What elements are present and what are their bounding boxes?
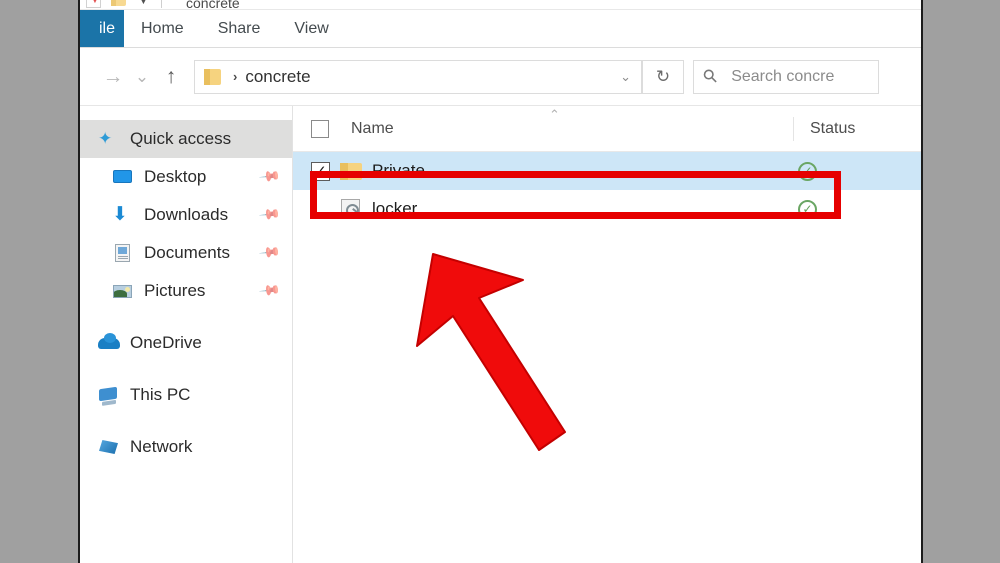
sidebar-item-pictures[interactable]: Pictures 📌 [80,272,292,310]
address-toolbar: → ⌄ ↑ › concrete ⌄ ↻ ⚲ Search concre [80,48,921,106]
pin-icon[interactable]: 📌 [258,202,282,225]
ribbon-tab-bar: ile Home Share View [80,10,921,48]
sidebar-item-label: Documents [144,243,230,262]
search-input[interactable]: ⚲ Search concre [693,59,879,94]
navigation-pane: ✦ Quick access Desktop 📌 ⬇ Downloads 📌 D… [80,106,293,563]
tab-view[interactable]: View [277,10,345,47]
tab-share[interactable]: Share [201,10,278,47]
toolbar-divider [161,0,162,8]
folder-yellow-icon[interactable] [111,0,126,8]
explorer-body: ✦ Quick access Desktop 📌 ⬇ Downloads 📌 D… [80,106,921,563]
this-pc-icon [98,385,120,405]
tab-home[interactable]: Home [124,10,201,47]
file-name[interactable]: Private [372,161,425,181]
address-bar[interactable]: › concrete ⌄ [194,59,642,94]
sidebar-item-documents[interactable]: Documents 📌 [80,234,292,272]
sidebar-item-this-pc[interactable]: This PC [80,376,292,414]
sidebar-item-label: Pictures [144,281,206,300]
sync-complete-icon: ✓ [798,199,817,219]
row-checkbox[interactable]: ✓ [311,161,330,181]
folder-icon [340,161,362,181]
breadcrumb-separator: › [233,69,238,84]
sidebar-item-label: Downloads [144,205,229,224]
recent-locations-button[interactable]: ⌄ [130,60,154,94]
column-header-name[interactable]: Name [351,120,394,138]
network-icon [98,437,120,457]
status-badge: ✓ [798,199,817,219]
sidebar-item-network[interactable]: Network [80,428,292,466]
search-icon: ⚲ [698,64,722,88]
sidebar-item-quick-access[interactable]: ✦ Quick access [80,120,292,158]
pin-icon[interactable]: 📌 [258,164,282,187]
file-explorer-window: ▼ ▼ concrete ile Home Share View → ⌄ ↑ ›… [78,0,923,563]
script-file-icon [340,199,362,219]
folder-icon [204,68,221,85]
window-title: concrete [186,0,240,11]
search-placeholder: Search concre [731,67,835,85]
sync-complete-icon: ✓ [798,161,817,181]
column-header-row: ⌃ Name Status [293,106,921,152]
pin-red-icon[interactable]: ▼ [86,0,101,8]
sidebar-item-label: Quick access [130,129,232,148]
sidebar-item-label: OneDrive [130,333,202,352]
pin-icon[interactable]: 📌 [258,278,282,301]
file-list-pane: ⌃ Name Status ✓ Private ✓ locker ✓ [293,106,921,563]
pictures-icon [112,281,134,301]
star-icon: ✦ [98,129,113,148]
up-button[interactable]: ↑ [154,60,188,94]
table-row[interactable]: ✓ Private ✓ [293,152,921,190]
table-row[interactable]: locker ✓ [293,190,921,228]
status-badge: ✓ [798,161,817,181]
cloud-icon [98,333,120,353]
breadcrumb-current[interactable]: concrete [245,67,620,87]
sidebar-item-desktop[interactable]: Desktop 📌 [80,158,292,196]
sidebar-item-label: Network [130,437,193,456]
forward-button[interactable]: → [96,60,130,94]
column-header-status[interactable]: Status [793,116,855,141]
sidebar-item-onedrive[interactable]: OneDrive [80,324,292,362]
sidebar-item-label: This PC [130,385,191,404]
file-name[interactable]: locker [372,199,417,219]
tab-file[interactable]: ile [80,10,124,47]
chevron-down-icon[interactable]: ⌄ [620,69,635,85]
row-checkbox[interactable] [311,200,330,219]
sort-ascending-icon[interactable]: ⌃ [549,107,560,123]
select-all-checkbox[interactable] [311,119,329,138]
pin-icon[interactable]: 📌 [258,240,282,263]
documents-icon [112,243,134,263]
refresh-button[interactable]: ↻ [642,59,684,94]
desktop-icon [112,167,134,187]
checkmark-icon: ✓ [314,162,327,180]
chevron-down-icon[interactable]: ▼ [136,0,151,8]
quick-access-toolbar: ▼ ▼ concrete [80,0,921,11]
download-icon: ⬇ [112,204,128,225]
sidebar-item-downloads[interactable]: ⬇ Downloads 📌 [80,196,292,234]
sidebar-item-label: Desktop [144,167,207,186]
